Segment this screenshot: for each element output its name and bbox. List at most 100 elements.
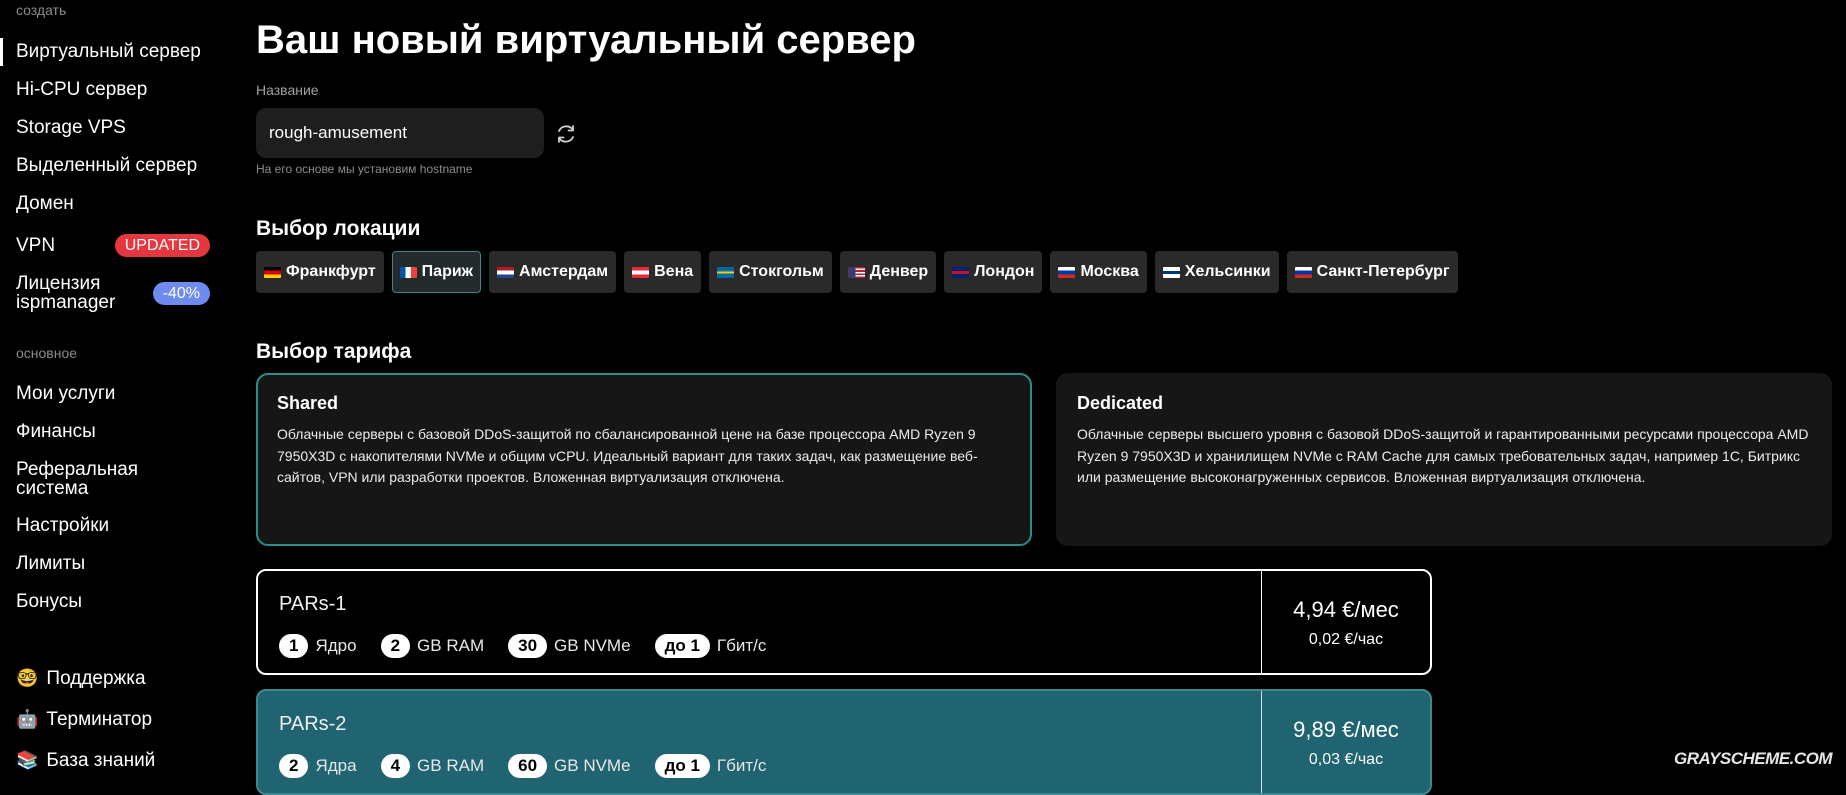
spec-value: 1	[279, 634, 309, 658]
location-moscow[interactable]: Москва	[1050, 251, 1147, 293]
germany-flag-icon	[264, 266, 281, 278]
sidebar-item-terminator[interactable]: 🤖 Терминатор	[16, 709, 210, 730]
russia-flag-icon	[1294, 266, 1312, 278]
location-frankfurt[interactable]: Франкфурт	[256, 251, 384, 293]
tariff-dedicated-card[interactable]: Dedicated Облачные серверы высшего уровн…	[1056, 373, 1832, 546]
spec-unit: GB NVMe	[554, 756, 631, 775]
location-denver[interactable]: Денвер	[839, 251, 937, 293]
spec-value: 4	[380, 754, 411, 778]
spec-unit: GB RAM	[417, 756, 485, 775]
plan-price: 4,94 €/мес 0,02 €/час	[1262, 597, 1430, 649]
tariff-shared-card[interactable]: Shared Облачные серверы с базовой DDoS-з…	[256, 373, 1032, 546]
sidebar-item-hi-cpu-server[interactable]: Hi-CPU сервер	[16, 80, 210, 99]
plan-pars-2[interactable]: PARs-2 2 Ядра 4 GB RAM 60 GB NVMe до 1 Г…	[256, 689, 1432, 795]
sidebar-item-label: База знаний	[46, 750, 156, 771]
spec-network: до 1 Гбит/с	[654, 634, 767, 658]
sidebar-item-label: Домен	[16, 193, 74, 214]
plan-name: PARs-2	[279, 713, 347, 735]
updated-badge: UPDATED	[114, 234, 210, 257]
sidebar-item-vpn[interactable]: VPN UPDATED	[16, 234, 210, 257]
spec-cores: 1 Ядро	[279, 634, 357, 658]
spec-value: до 1	[654, 634, 710, 658]
sidebar-item-bonuses[interactable]: Бонусы	[16, 592, 210, 611]
plan-name: PARs-1	[279, 593, 347, 615]
spec-disk: 30 GB NVMe	[508, 634, 631, 658]
tariff-description: Облачные серверы высшего уровня с базово…	[1077, 426, 1809, 485]
spec-ram: 2 GB RAM	[380, 634, 485, 658]
discount-badge: -40%	[152, 281, 210, 305]
location-saint-petersburg[interactable]: Санкт-Петербург	[1286, 251, 1458, 293]
spec-ram: 4 GB RAM	[380, 754, 485, 778]
location-label: Москва	[1080, 263, 1139, 280]
spec-value: до 1	[654, 754, 710, 778]
sidebar-item-label: Настройки	[16, 515, 110, 536]
spec-disk: 60 GB NVMe	[508, 754, 631, 778]
spec-value: 2	[380, 634, 411, 658]
tariff-description: Облачные серверы с базовой DDoS-защитой …	[277, 426, 978, 485]
netherlands-flag-icon	[497, 266, 515, 278]
location-stockholm[interactable]: Стокгольм	[709, 251, 832, 293]
location-section-title: Выбор локации	[256, 217, 421, 240]
main-content: Ваш новый виртуальный сервер Название На…	[256, 0, 1846, 795]
watermark: GRAYSCHEME.COM	[1674, 749, 1832, 768]
sidebar-item-my-services[interactable]: Мои услуги	[16, 384, 210, 403]
sidebar-item-label: Финансы	[16, 421, 96, 442]
sidebar-item-label: Виртуальный сервер	[16, 41, 201, 62]
location-vienna[interactable]: Вена	[624, 251, 702, 293]
plan-specs: 2 Ядра 4 GB RAM 60 GB NVMe до 1 Гбит/с	[279, 754, 790, 778]
spec-network: до 1 Гбит/с	[654, 754, 767, 778]
spec-value: 30	[508, 634, 548, 658]
price-per-month: 4,94 €/мес	[1293, 597, 1399, 622]
name-hint: На его основе мы установим hostname	[256, 162, 473, 176]
sidebar-section-main: основное	[16, 345, 78, 361]
sidebar-item-label: Выделенный сервер	[16, 155, 198, 176]
spec-unit: Гбит/с	[716, 756, 767, 775]
uk-flag-icon	[952, 266, 970, 278]
sidebar-item-storage-vps[interactable]: Storage VPS	[16, 118, 210, 137]
finland-flag-icon	[1162, 266, 1180, 278]
sidebar-item-settings[interactable]: Настройки	[16, 516, 210, 535]
france-flag-icon	[399, 266, 417, 278]
tariff-title: Dedicated	[1077, 393, 1164, 413]
sidebar-item-finance[interactable]: Финансы	[16, 422, 210, 441]
plan-price: 9,89 €/мес 0,03 €/час	[1262, 717, 1430, 769]
sidebar-item-dedicated-server[interactable]: Выделенный сервер	[16, 156, 210, 175]
sidebar-item-label: Storage VPS	[16, 117, 126, 138]
sidebar-item-knowledge-base[interactable]: 📚 База знаний	[16, 750, 210, 771]
sidebar-item-ispmanager-license[interactable]: Лицензия ispmanager -40%	[16, 274, 210, 312]
sidebar-item-label: Бонусы	[16, 591, 82, 612]
robot-icon: 🤖	[16, 709, 39, 729]
sidebar-item-domain[interactable]: Домен	[16, 194, 210, 213]
russia-flag-icon	[1058, 266, 1076, 278]
spec-unit: GB NVMe	[554, 636, 631, 655]
server-name-input[interactable]	[256, 108, 544, 158]
sidebar-item-virtual-server[interactable]: Виртуальный сервер	[0, 38, 210, 66]
sidebar-item-limits[interactable]: Лимиты	[16, 554, 210, 573]
sidebar-item-label: Мои услуги	[16, 383, 116, 404]
spec-unit: Гбит/с	[716, 636, 767, 655]
location-label: Париж	[421, 263, 474, 280]
price-per-hour: 0,02 €/час	[1308, 631, 1384, 648]
plan-pars-1[interactable]: PARs-1 1 Ядро 2 GB RAM 30 GB NVMe до 1 Г…	[256, 569, 1432, 675]
sidebar-item-support[interactable]: 🤓 Поддержка	[16, 668, 210, 689]
tariff-title: Shared	[277, 393, 339, 413]
sidebar-item-referral[interactable]: Реферальная система	[16, 460, 210, 498]
location-label: Денвер	[869, 263, 929, 280]
location-london[interactable]: Лондон	[944, 251, 1043, 293]
location-label: Лондон	[974, 263, 1035, 280]
plan-specs: 1 Ядро 2 GB RAM 30 GB NVMe до 1 Гбит/с	[279, 634, 790, 658]
name-label: Название	[256, 82, 319, 98]
location-label: Вена	[654, 263, 694, 280]
location-label: Санкт-Петербург	[1316, 263, 1450, 280]
usa-flag-icon	[847, 266, 865, 278]
spec-cores: 2 Ядра	[279, 754, 357, 778]
location-label: Хельсинки	[1184, 263, 1271, 280]
location-amsterdam[interactable]: Амстердам	[489, 251, 617, 293]
location-helsinki[interactable]: Хельсинки	[1154, 251, 1279, 293]
spec-unit: GB RAM	[417, 636, 485, 655]
sweden-flag-icon	[717, 266, 735, 278]
location-paris[interactable]: Париж	[391, 251, 482, 293]
sidebar-item-label: Поддержка	[46, 668, 146, 689]
regenerate-name-button[interactable]	[552, 120, 580, 148]
spec-value: 60	[508, 754, 548, 778]
